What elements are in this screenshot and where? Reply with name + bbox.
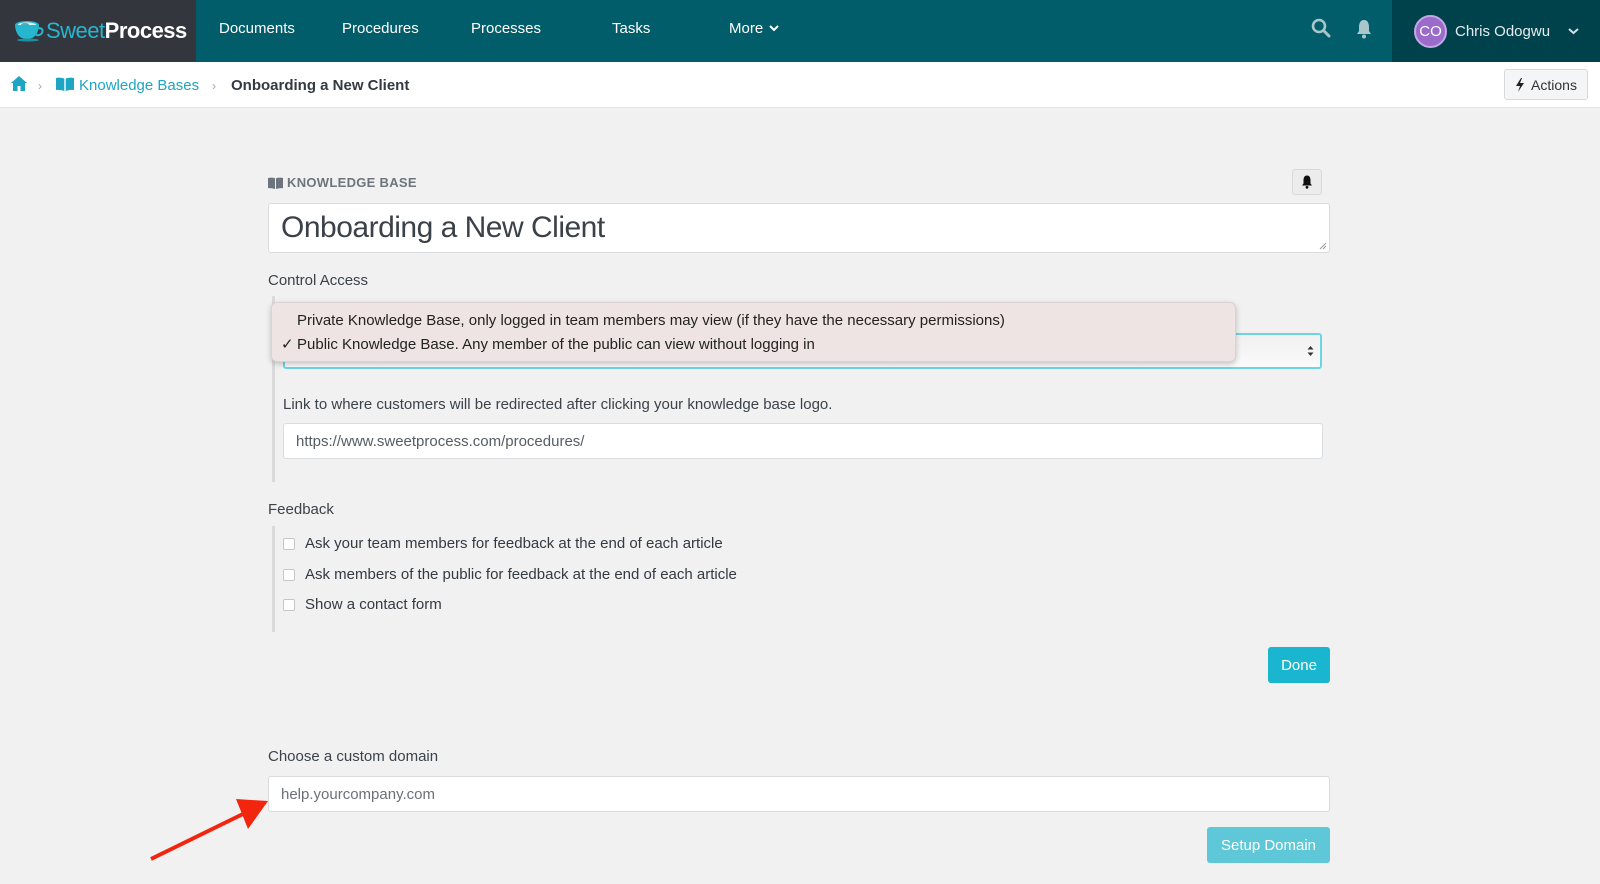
top-navigation-bar: SweetProcess Documents Procedures Proces…	[0, 0, 1600, 62]
breadcrumb-knowledge-bases[interactable]: Knowledge Bases	[79, 77, 199, 94]
user-name: Chris Odogwu	[1455, 22, 1551, 40]
coffee-cup-icon	[15, 21, 44, 42]
actions-button[interactable]: Actions	[1504, 69, 1588, 100]
dropdown-option-public[interactable]: ✓ Public Knowledge Base. Any member of t…	[272, 335, 1235, 359]
control-access-label: Control Access	[268, 272, 369, 289]
breadcrumb-current: Onboarding a New Client	[231, 77, 410, 94]
user-menu[interactable]: CO Chris Odogwu	[1392, 0, 1600, 62]
redirect-link-label: Link to where customers will be redirect…	[283, 396, 833, 413]
brand-name: SweetProcess	[46, 18, 187, 43]
dropdown-option-private[interactable]: Private Knowledge Base, only logged in t…	[272, 311, 1235, 335]
nav-tasks[interactable]: Tasks	[612, 20, 650, 37]
annotation-arrow-icon	[150, 799, 268, 861]
feedback-option-contact-form[interactable]: Show a contact form	[283, 596, 442, 613]
subscribe-notifications-button[interactable]	[1292, 169, 1322, 195]
chevron-down-icon	[769, 25, 779, 32]
breadcrumb: › Knowledge Bases › Onboarding a New Cli…	[0, 62, 1600, 108]
checkmark-icon: ✓	[281, 336, 294, 353]
bolt-icon	[1516, 77, 1525, 92]
feedback-option-team[interactable]: Ask your team members for feedback at th…	[283, 535, 723, 552]
redirect-url-input[interactable]: https://www.sweetprocess.com/procedures/	[283, 423, 1323, 459]
nav-processes[interactable]: Processes	[471, 20, 541, 37]
checkbox[interactable]	[283, 598, 295, 611]
home-icon[interactable]	[10, 75, 28, 92]
brand-logo[interactable]: SweetProcess	[0, 0, 196, 62]
knowledge-base-title-input[interactable]: Onboarding a New Client	[268, 203, 1330, 253]
nav-procedures[interactable]: Procedures	[342, 20, 419, 37]
custom-domain-input[interactable]: help.yourcompany.com	[268, 776, 1330, 812]
feedback-option-public[interactable]: Ask members of the public for feedback a…	[283, 566, 737, 583]
custom-domain-label: Choose a custom domain	[268, 748, 439, 765]
nav-more[interactable]: More	[729, 20, 779, 37]
search-icon[interactable]	[1311, 18, 1331, 40]
checkbox[interactable]	[283, 568, 295, 581]
breadcrumb-separator: ›	[212, 79, 216, 93]
book-icon	[268, 177, 283, 189]
book-icon	[56, 77, 74, 91]
checkbox[interactable]	[283, 537, 295, 550]
bell-icon[interactable]	[1355, 19, 1373, 39]
chevron-down-icon	[1568, 27, 1579, 34]
resize-handle-icon[interactable]	[1319, 242, 1327, 250]
section-divider	[272, 526, 275, 632]
nav-documents[interactable]: Documents	[219, 20, 295, 37]
done-button[interactable]: Done	[1268, 647, 1330, 683]
setup-domain-button[interactable]: Setup Domain	[1207, 827, 1330, 863]
select-arrows-icon	[1307, 346, 1314, 356]
feedback-label: Feedback	[268, 501, 334, 518]
bell-icon	[1302, 175, 1312, 189]
avatar: CO	[1414, 14, 1447, 48]
breadcrumb-separator: ›	[38, 79, 42, 93]
section-label-knowledge-base: KNOWLEDGE BASE	[268, 175, 417, 190]
access-level-dropdown-menu: Private Knowledge Base, only logged in t…	[271, 302, 1236, 362]
